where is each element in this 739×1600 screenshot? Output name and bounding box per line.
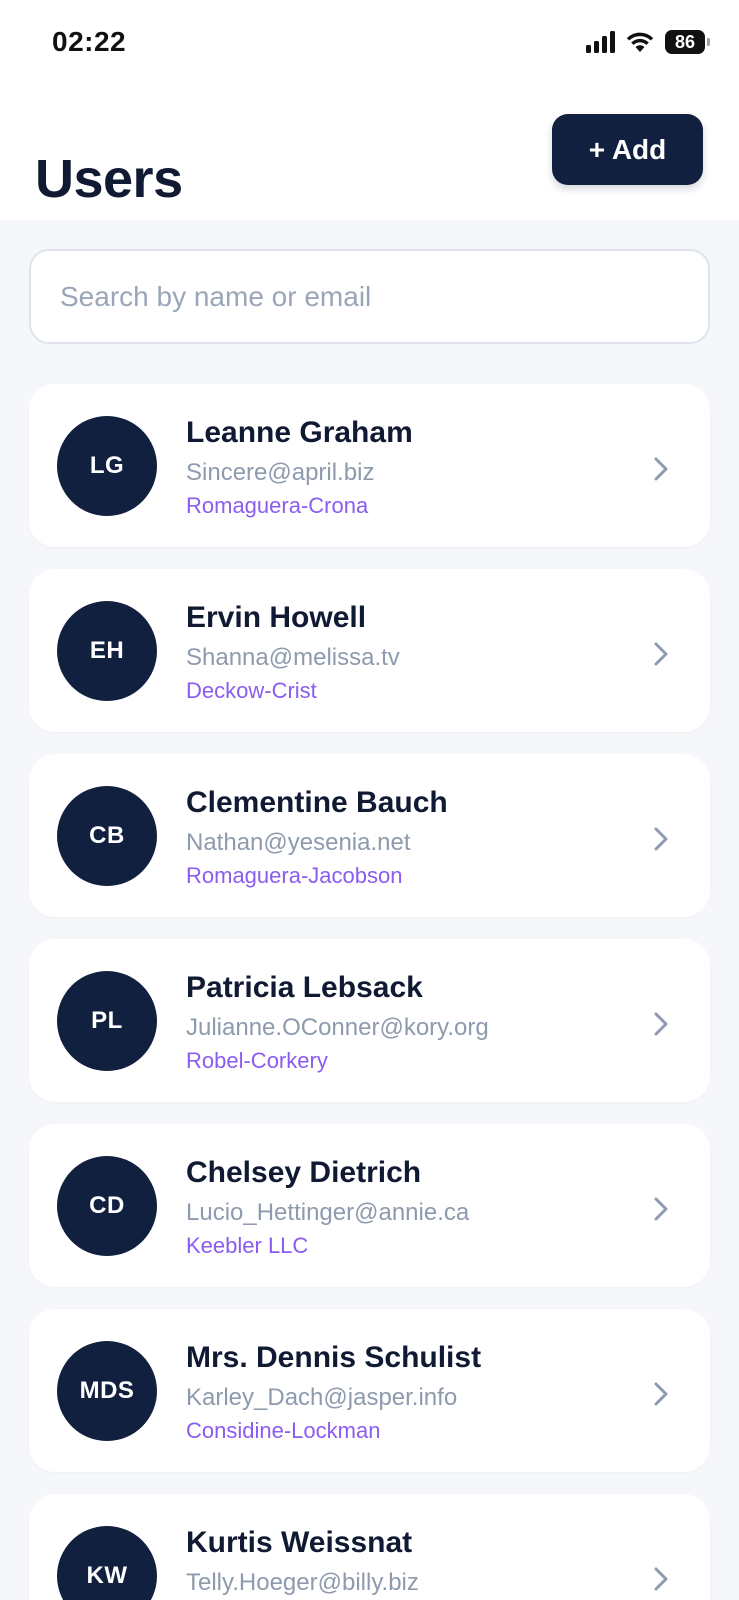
user-name: Leanne Graham <box>186 416 413 449</box>
user-email: Telly.Hoeger@billy.biz <box>186 1569 419 1596</box>
status-icons: 86 <box>586 30 710 54</box>
avatar: EH <box>57 601 157 701</box>
battery-icon: 86 <box>665 30 710 54</box>
chevron-right-icon <box>654 1197 668 1221</box>
user-name: Clementine Bauch <box>186 786 448 819</box>
user-name: Chelsey Dietrich <box>186 1156 422 1189</box>
status-time: 02:22 <box>52 26 127 57</box>
signal-icon <box>586 31 615 53</box>
user-email: Shanna@melissa.tv <box>186 644 400 671</box>
user-company: Romaguera-Crona <box>186 493 369 518</box>
user-name: Patricia Lebsack <box>186 971 423 1004</box>
chevron-right-icon <box>654 827 668 851</box>
user-card[interactable]: LG Leanne Graham Sincere@april.biz Romag… <box>29 384 710 547</box>
user-company: Deckow-Crist <box>186 678 317 703</box>
user-email: Julianne.OConner@kory.org <box>186 1014 489 1041</box>
avatar: PL <box>57 971 157 1071</box>
user-email: Karley_Dach@jasper.info <box>186 1384 458 1411</box>
user-card[interactable]: PL Patricia Lebsack Julianne.OConner@kor… <box>29 939 710 1102</box>
chevron-right-icon <box>654 1382 668 1406</box>
avatar: CD <box>57 1156 157 1256</box>
user-card[interactable]: KW Kurtis Weissnat Telly.Hoeger@billy.bi… <box>29 1494 710 1600</box>
add-user-button[interactable]: + Add <box>552 114 703 185</box>
user-email: Nathan@yesenia.net <box>186 829 411 856</box>
user-company: Keebler LLC <box>186 1233 309 1258</box>
battery-level: 86 <box>674 32 696 52</box>
chevron-right-icon <box>654 457 668 481</box>
users-screen: 02:22 86 Users + Add Search by name or e… <box>0 0 739 1600</box>
chevron-right-icon <box>654 1012 668 1036</box>
wifi-icon <box>625 31 655 53</box>
user-list: LG Leanne Graham Sincere@april.biz Romag… <box>29 384 710 1600</box>
user-email: Lucio_Hettinger@annie.ca <box>186 1199 470 1226</box>
user-card[interactable]: CD Chelsey Dietrich Lucio_Hettinger@anni… <box>29 1124 710 1287</box>
user-company: Robel-Corkery <box>186 1048 328 1073</box>
chevron-right-icon <box>654 1567 668 1591</box>
user-name: Ervin Howell <box>186 601 367 634</box>
search-box <box>29 249 710 344</box>
avatar: LG <box>57 416 157 516</box>
user-name: Kurtis Weissnat <box>186 1526 413 1559</box>
header: 02:22 86 Users + Add <box>0 0 739 220</box>
page-title: Users <box>35 149 183 210</box>
user-card[interactable]: CB Clementine Bauch Nathan@yesenia.net R… <box>29 754 710 917</box>
user-email: Sincere@april.biz <box>186 459 375 486</box>
user-company: Considine-Lockman <box>186 1418 381 1443</box>
avatar: CB <box>57 786 157 886</box>
user-company: Romaguera-Jacobson <box>186 863 403 888</box>
avatar: KW <box>57 1526 157 1600</box>
user-card[interactable]: MDS Mrs. Dennis Schulist Karley_Dach@jas… <box>29 1309 710 1472</box>
user-card[interactable]: EH Ervin Howell Shanna@melissa.tv Deckow… <box>29 569 710 732</box>
avatar: MDS <box>57 1341 157 1441</box>
user-name: Mrs. Dennis Schulist <box>186 1341 482 1374</box>
chevron-right-icon <box>654 642 668 666</box>
search-input[interactable] <box>31 251 708 342</box>
